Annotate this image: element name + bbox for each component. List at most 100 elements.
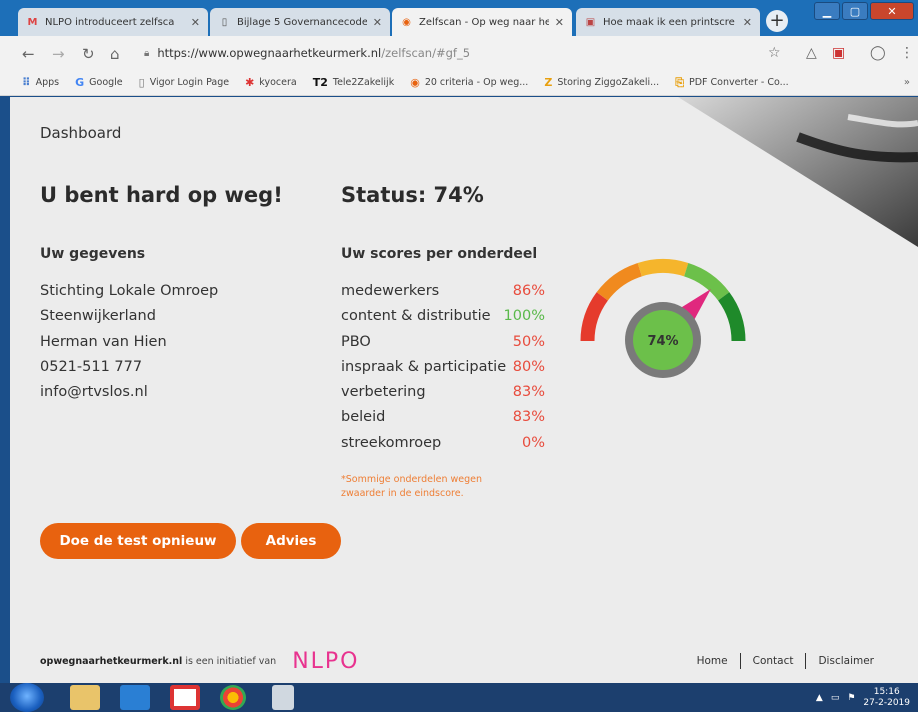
- gauge-segment-lightgreen: [683, 263, 730, 301]
- network-icon[interactable]: ▭: [831, 693, 840, 703]
- minimize-button[interactable]: ▁: [814, 2, 840, 20]
- score-row: beleid 83%: [341, 405, 545, 430]
- nlpo-logo[interactable]: NLPO: [292, 649, 359, 674]
- footer-site-link[interactable]: opwegnaarhetkeurmerk.nl: [40, 656, 182, 667]
- close-tab-icon[interactable]: ✕: [373, 16, 382, 29]
- bookmark-20criteria[interactable]: ◉ 20 criteria - Op weg...: [410, 76, 528, 89]
- contact-phone: 0521-511 777: [40, 358, 143, 375]
- back-icon[interactable]: ←: [22, 45, 35, 63]
- clock[interactable]: 15:16 27-2-2019: [863, 687, 910, 709]
- tray-arrow-icon[interactable]: ▲: [816, 693, 823, 703]
- status-gauge: 74%: [580, 259, 746, 378]
- scores-heading: Uw scores per onderdeel: [341, 246, 538, 262]
- bookmark-label: Tele2Zakelijk: [332, 77, 395, 88]
- gauge-segment-darkgreen: [717, 292, 746, 342]
- footer-link-contact[interactable]: Contact: [753, 655, 794, 667]
- score-value: 86%: [512, 283, 545, 299]
- contact-email: info@rtvslos.nl: [40, 384, 148, 401]
- forward-icon[interactable]: →: [52, 45, 65, 63]
- tab-label: NLPO introduceert zelfsca: [45, 16, 175, 28]
- star-icon[interactable]: ☆: [768, 45, 781, 61]
- score-value: 0%: [521, 434, 545, 451]
- clock-time: 15:16: [873, 687, 900, 697]
- footer-nav: Home Contact Disclaimer: [697, 653, 874, 669]
- reload-icon[interactable]: ↻: [82, 45, 95, 63]
- score-row: medewerkers 86%: [341, 279, 545, 304]
- menu-icon[interactable]: ⋮: [900, 45, 914, 61]
- drive-icon[interactable]: △: [806, 45, 817, 61]
- bookmarks-bar: ⠿ Apps G Google ▯ Vigor Login Page ✱ kyocera…: [0, 70, 918, 96]
- lock-icon: 🔒︎: [144, 47, 150, 59]
- tab-label: Zelfscan - Op weg naar he: [419, 16, 549, 28]
- footer-credit-text: is een initiatief van: [182, 656, 277, 667]
- bookmark-tele2[interactable]: T2 Tele2Zakelijk: [313, 76, 395, 89]
- new-tab-button[interactable]: +: [766, 10, 788, 32]
- score-row: streekomroep 0%: [341, 431, 545, 456]
- footer-link-home[interactable]: Home: [697, 655, 728, 667]
- bookmark-label: 20 criteria - Op weg...: [424, 77, 529, 88]
- media-player-icon[interactable]: [120, 685, 150, 710]
- tab-label: Hoe maak ik een printscre: [603, 16, 735, 28]
- retest-button[interactable]: Doe de test opnieuw: [40, 523, 236, 559]
- calculator-icon[interactable]: [272, 685, 294, 710]
- url-field[interactable]: 🔒︎ https://www.opwegnaarhetkeurmerk.nl/z…: [144, 42, 764, 64]
- image-icon: ▣: [585, 16, 596, 28]
- apps-grid-icon: ⠿: [22, 76, 31, 89]
- gegevens-list: Stichting Lokale Omroep Steenwijkerland …: [40, 279, 218, 405]
- pdf-icon[interactable]: ▣: [832, 45, 845, 61]
- taskbar: ▲ ▭ ⚑ 15:16 27-2-2019: [0, 683, 918, 712]
- close-window-button[interactable]: ✕: [870, 2, 914, 20]
- advies-button[interactable]: Advies: [241, 523, 341, 559]
- score-label: inspraak & participatie: [341, 358, 507, 375]
- bookmark-google[interactable]: G Google: [75, 76, 123, 89]
- tab-nlpo[interactable]: M NLPO introduceert zelfsca ✕: [18, 8, 208, 36]
- chrome-icon[interactable]: [220, 685, 246, 710]
- gmail-taskbar-icon[interactable]: [170, 685, 200, 710]
- bookmark-pdfconverter[interactable]: ⎘ PDF Converter - Co...: [675, 76, 788, 90]
- home-icon[interactable]: ⌂: [110, 45, 120, 63]
- more-bookmarks-icon[interactable]: »: [904, 77, 910, 88]
- bookmark-kyocera[interactable]: ✱ kyocera: [245, 76, 297, 89]
- close-tab-icon[interactable]: ✕: [191, 16, 200, 29]
- tab-zelfscan[interactable]: ◉ Zelfscan - Op weg naar he ✕: [392, 8, 572, 36]
- score-row: PBO 50%: [341, 330, 545, 355]
- kyocera-icon: ✱: [245, 76, 255, 89]
- start-button[interactable]: [10, 683, 44, 712]
- page-icon: ▯: [138, 76, 145, 89]
- bookmark-label: Storing ZiggoZakeli...: [557, 77, 660, 88]
- gauge-value-label: 74%: [647, 334, 678, 349]
- footer-divider: [739, 653, 741, 669]
- maximize-button[interactable]: ▢: [842, 2, 868, 20]
- flag-icon[interactable]: ⚑: [847, 693, 855, 703]
- page-content: Dashboard U bent hard op weg! Status: 74…: [10, 97, 918, 683]
- bookmark-vigor[interactable]: ▯ Vigor Login Page: [139, 76, 229, 89]
- close-tab-icon[interactable]: ✕: [555, 16, 564, 29]
- footer-link-disclaimer[interactable]: Disclaimer: [818, 655, 874, 667]
- score-row: content & distributie 100%: [341, 304, 545, 329]
- bookmark-apps[interactable]: ⠿ Apps: [22, 76, 59, 89]
- tab-label: Bijlage 5 Governancecode: [237, 16, 367, 28]
- google-icon: G: [75, 76, 85, 89]
- contact-name: Herman van Hien: [40, 333, 167, 350]
- bookmark-ziggo[interactable]: Z Storing ZiggoZakeli...: [544, 76, 659, 89]
- clock-date: 27-2-2019: [863, 698, 910, 708]
- site-favicon-icon: ◉: [410, 76, 420, 89]
- score-label: content & distributie: [341, 308, 491, 325]
- score-label: medewerkers: [341, 283, 440, 299]
- score-label: streekomroep: [341, 434, 442, 451]
- gauge-segment-red: [580, 292, 609, 342]
- close-tab-icon[interactable]: ✕: [743, 16, 752, 29]
- url-host: https://www.opwegnaarhetkeurmerk.nl: [157, 46, 382, 60]
- file-explorer-icon[interactable]: [70, 685, 100, 710]
- ziggo-icon: Z: [544, 76, 553, 89]
- tab-bijlage[interactable]: ▯ Bijlage 5 Governancecode ✕: [210, 8, 390, 36]
- score-value: 100%: [503, 308, 545, 325]
- tab-printscreen[interactable]: ▣ Hoe maak ik een printscre ✕: [576, 8, 760, 36]
- org-name: Stichting Lokale Omroep: [40, 283, 219, 299]
- bookmark-label: PDF Converter - Co...: [689, 77, 789, 88]
- tab-strip: M NLPO introduceert zelfsca ✕ ▯ Bijlage …: [0, 0, 918, 36]
- org-region: Steenwijkerland: [40, 308, 156, 325]
- document-icon: ▯: [221, 16, 228, 28]
- score-label: PBO: [341, 333, 371, 350]
- extension-icon[interactable]: ◯: [870, 45, 886, 61]
